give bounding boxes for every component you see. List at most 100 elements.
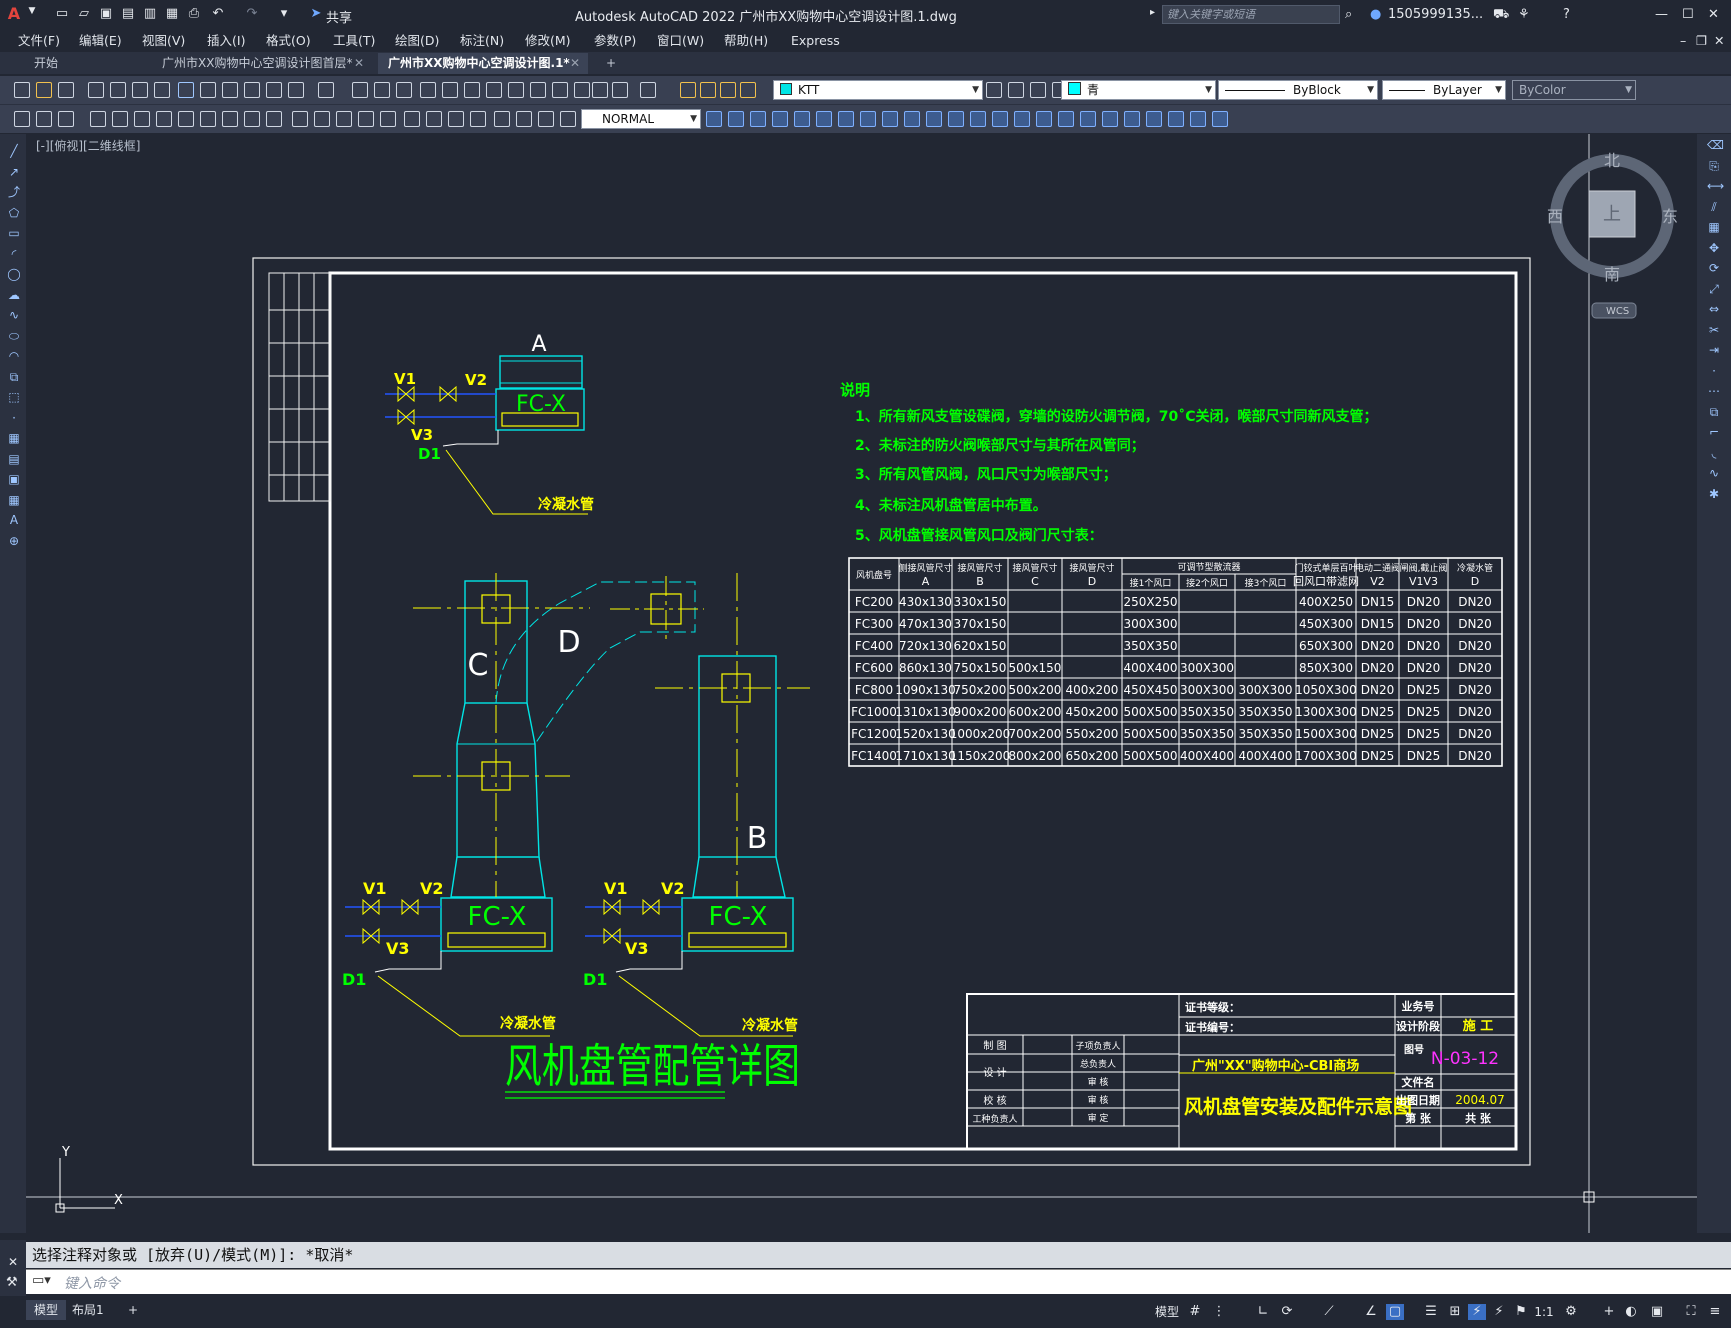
gradient-tool-icon[interactable]: ▤ xyxy=(7,452,21,466)
standard-toolbar-tool-icon[interactable] xyxy=(720,82,736,98)
dimension-toolbar-tool-icon[interactable] xyxy=(1014,111,1030,127)
dimension-toolbar-tool-icon[interactable] xyxy=(336,111,352,127)
dimension-toolbar-tool-icon[interactable] xyxy=(200,111,216,127)
standard-toolbar-tool-icon[interactable] xyxy=(352,82,368,98)
circle-tool-icon[interactable]: ◯ xyxy=(7,267,21,281)
standard-toolbar-tool-icon[interactable] xyxy=(132,82,148,98)
polar-icon[interactable]: ⟳ xyxy=(1278,1304,1296,1320)
menu-edit[interactable]: 编辑(E) xyxy=(79,30,122,52)
dimension-toolbar-tool-icon[interactable] xyxy=(1036,111,1052,127)
insert-block-tool-icon[interactable]: ⧉ xyxy=(7,370,21,384)
annotation-visibility-icon[interactable]: ⚡ xyxy=(1468,1304,1486,1320)
close-icon[interactable]: ✕ xyxy=(8,1255,18,1269)
standard-toolbar-tool-icon[interactable] xyxy=(612,82,628,98)
annotation-scale-value[interactable]: 1:1 xyxy=(1530,1304,1558,1320)
tab-layout1[interactable]: 布局1 xyxy=(64,1300,112,1320)
dimension-toolbar-tool-icon[interactable] xyxy=(14,111,30,127)
dimension-toolbar-tool-icon[interactable] xyxy=(380,111,396,127)
make-block-tool-icon[interactable]: ⬚ xyxy=(7,390,21,404)
dimension-toolbar-tool-icon[interactable] xyxy=(970,111,986,127)
open-web-icon[interactable]: ▥ xyxy=(142,6,158,24)
standard-toolbar-tool-icon[interactable] xyxy=(110,82,126,98)
osnap-tracking-icon[interactable]: ∠ xyxy=(1362,1304,1380,1320)
menu-file[interactable]: 文件(F) xyxy=(18,30,60,52)
dimension-toolbar-tool-icon[interactable] xyxy=(1058,111,1074,127)
break-at-point-tool-icon[interactable]: ⋅ xyxy=(1707,364,1721,378)
dimension-toolbar-tool-icon[interactable] xyxy=(904,111,920,127)
dimension-toolbar-tool-icon[interactable] xyxy=(706,111,722,127)
dimension-toolbar-tool-icon[interactable] xyxy=(1212,111,1228,127)
standard-toolbar-tool-icon[interactable] xyxy=(396,82,412,98)
cart-icon[interactable]: ⛟ xyxy=(1493,7,1509,24)
dimension-toolbar-tool-icon[interactable] xyxy=(1080,111,1096,127)
menu-format[interactable]: 格式(O) xyxy=(266,30,311,52)
point-tool-icon[interactable]: · xyxy=(7,411,21,425)
command-input-row[interactable]: ▭▾ 键入命令 xyxy=(26,1269,1731,1294)
annotation-scale-icon[interactable]: ⚑ xyxy=(1512,1304,1530,1320)
add-layout-button[interactable]: + xyxy=(120,1300,146,1320)
table-tool-icon[interactable]: ▦ xyxy=(7,493,21,507)
arc-tool-icon[interactable]: ◜ xyxy=(7,247,21,261)
share-button[interactable]: 共享 xyxy=(326,7,352,26)
customize-quick-access-icon[interactable]: ▾ xyxy=(276,6,292,24)
snap-icon[interactable]: ⋮ xyxy=(1210,1304,1228,1320)
standard-toolbar-tool-icon[interactable] xyxy=(640,82,656,98)
osnap-icon[interactable]: ▢ xyxy=(1386,1304,1404,1320)
isolate-icon[interactable]: ◐ xyxy=(1622,1304,1640,1320)
array-tool-icon[interactable]: ▦ xyxy=(1707,220,1721,234)
dimension-toolbar-tool-icon[interactable] xyxy=(448,111,464,127)
dimension-toolbar-tool-icon[interactable] xyxy=(244,111,260,127)
dimension-toolbar-tool-icon[interactable] xyxy=(1102,111,1118,127)
move-tool-icon[interactable]: ✥ xyxy=(1707,241,1721,255)
offset-tool-icon[interactable]: ⫽ xyxy=(1707,200,1721,214)
dimension-toolbar-tool-icon[interactable] xyxy=(794,111,810,127)
linetype-dropdown[interactable]: ByBlock ▼ xyxy=(1218,80,1378,100)
dimension-toolbar-tool-icon[interactable] xyxy=(404,111,420,127)
copy-tool-icon[interactable]: ⎘ xyxy=(1707,159,1721,173)
close-tab-icon[interactable]: ✕ xyxy=(354,53,364,74)
lineweight-dropdown[interactable]: ByLayer ▼ xyxy=(1382,80,1506,100)
layer-tool-icon[interactable] xyxy=(1008,82,1024,98)
dimension-toolbar-tool-icon[interactable] xyxy=(926,111,942,127)
close-window-button[interactable]: ✕ xyxy=(1708,7,1719,22)
plot-icon[interactable]: ⎙ xyxy=(186,6,202,24)
dimension-toolbar-tool-icon[interactable] xyxy=(516,111,532,127)
dimension-toolbar-tool-icon[interactable] xyxy=(948,111,964,127)
doc-minimize-button[interactable]: – xyxy=(1680,30,1686,52)
mirror-tool-icon[interactable]: ⟷ xyxy=(1707,179,1724,193)
menu-parametric[interactable]: 参数(P) xyxy=(594,30,636,52)
tab-drawing-active[interactable]: 广州市XX购物中心空调设计图.1* ✕ xyxy=(378,53,588,74)
app-menu-button[interactable]: A xyxy=(6,4,22,23)
dimension-toolbar-tool-icon[interactable] xyxy=(1146,111,1162,127)
fullscreen-icon[interactable]: ⛶ xyxy=(1682,1304,1700,1320)
standard-toolbar-tool-icon[interactable] xyxy=(592,82,608,98)
minimize-window-button[interactable]: — xyxy=(1655,7,1668,22)
viewport-controls[interactable]: [-][俯视][二维线框] xyxy=(36,137,140,154)
standard-toolbar-tool-icon[interactable] xyxy=(374,82,390,98)
dimension-toolbar-tool-icon[interactable] xyxy=(156,111,172,127)
model-space-button[interactable]: 模型 xyxy=(1152,1304,1182,1320)
search-input[interactable]: 键入关键字或短语 xyxy=(1162,5,1340,24)
rectangle-tool-icon[interactable]: ▭ xyxy=(7,226,21,240)
dimension-toolbar-tool-icon[interactable] xyxy=(470,111,486,127)
scale-tool-icon[interactable]: ⤢ xyxy=(1707,282,1721,296)
trim-tool-icon[interactable]: ✂ xyxy=(1707,323,1721,337)
isodraft-icon[interactable]: ⟋ xyxy=(1320,1304,1338,1320)
standard-toolbar-tool-icon[interactable] xyxy=(574,82,590,98)
dimension-toolbar-tool-icon[interactable] xyxy=(178,111,194,127)
customize-icon[interactable]: ⚒ xyxy=(6,1275,18,1290)
standard-toolbar-tool-icon[interactable] xyxy=(178,82,194,98)
new-file-icon[interactable]: ▭ xyxy=(54,6,70,24)
dimension-toolbar-tool-icon[interactable] xyxy=(860,111,876,127)
menu-draw[interactable]: 绘图(D) xyxy=(395,30,439,52)
layer-tool-icon[interactable] xyxy=(1030,82,1046,98)
standard-toolbar-tool-icon[interactable] xyxy=(530,82,546,98)
dimension-toolbar-tool-icon[interactable] xyxy=(358,111,374,127)
auto-scale-icon[interactable]: ⚡ xyxy=(1490,1304,1508,1320)
doc-restore-button[interactable]: ❐ xyxy=(1696,30,1707,52)
dimension-toolbar-tool-icon[interactable] xyxy=(1190,111,1206,127)
extend-tool-icon[interactable]: ⇥ xyxy=(1707,343,1721,357)
search-icon[interactable]: ⌕ xyxy=(1345,7,1352,22)
autodesk-app-icon[interactable]: ⚘ xyxy=(1518,7,1530,22)
menu-window[interactable]: 窗口(W) xyxy=(657,30,704,52)
